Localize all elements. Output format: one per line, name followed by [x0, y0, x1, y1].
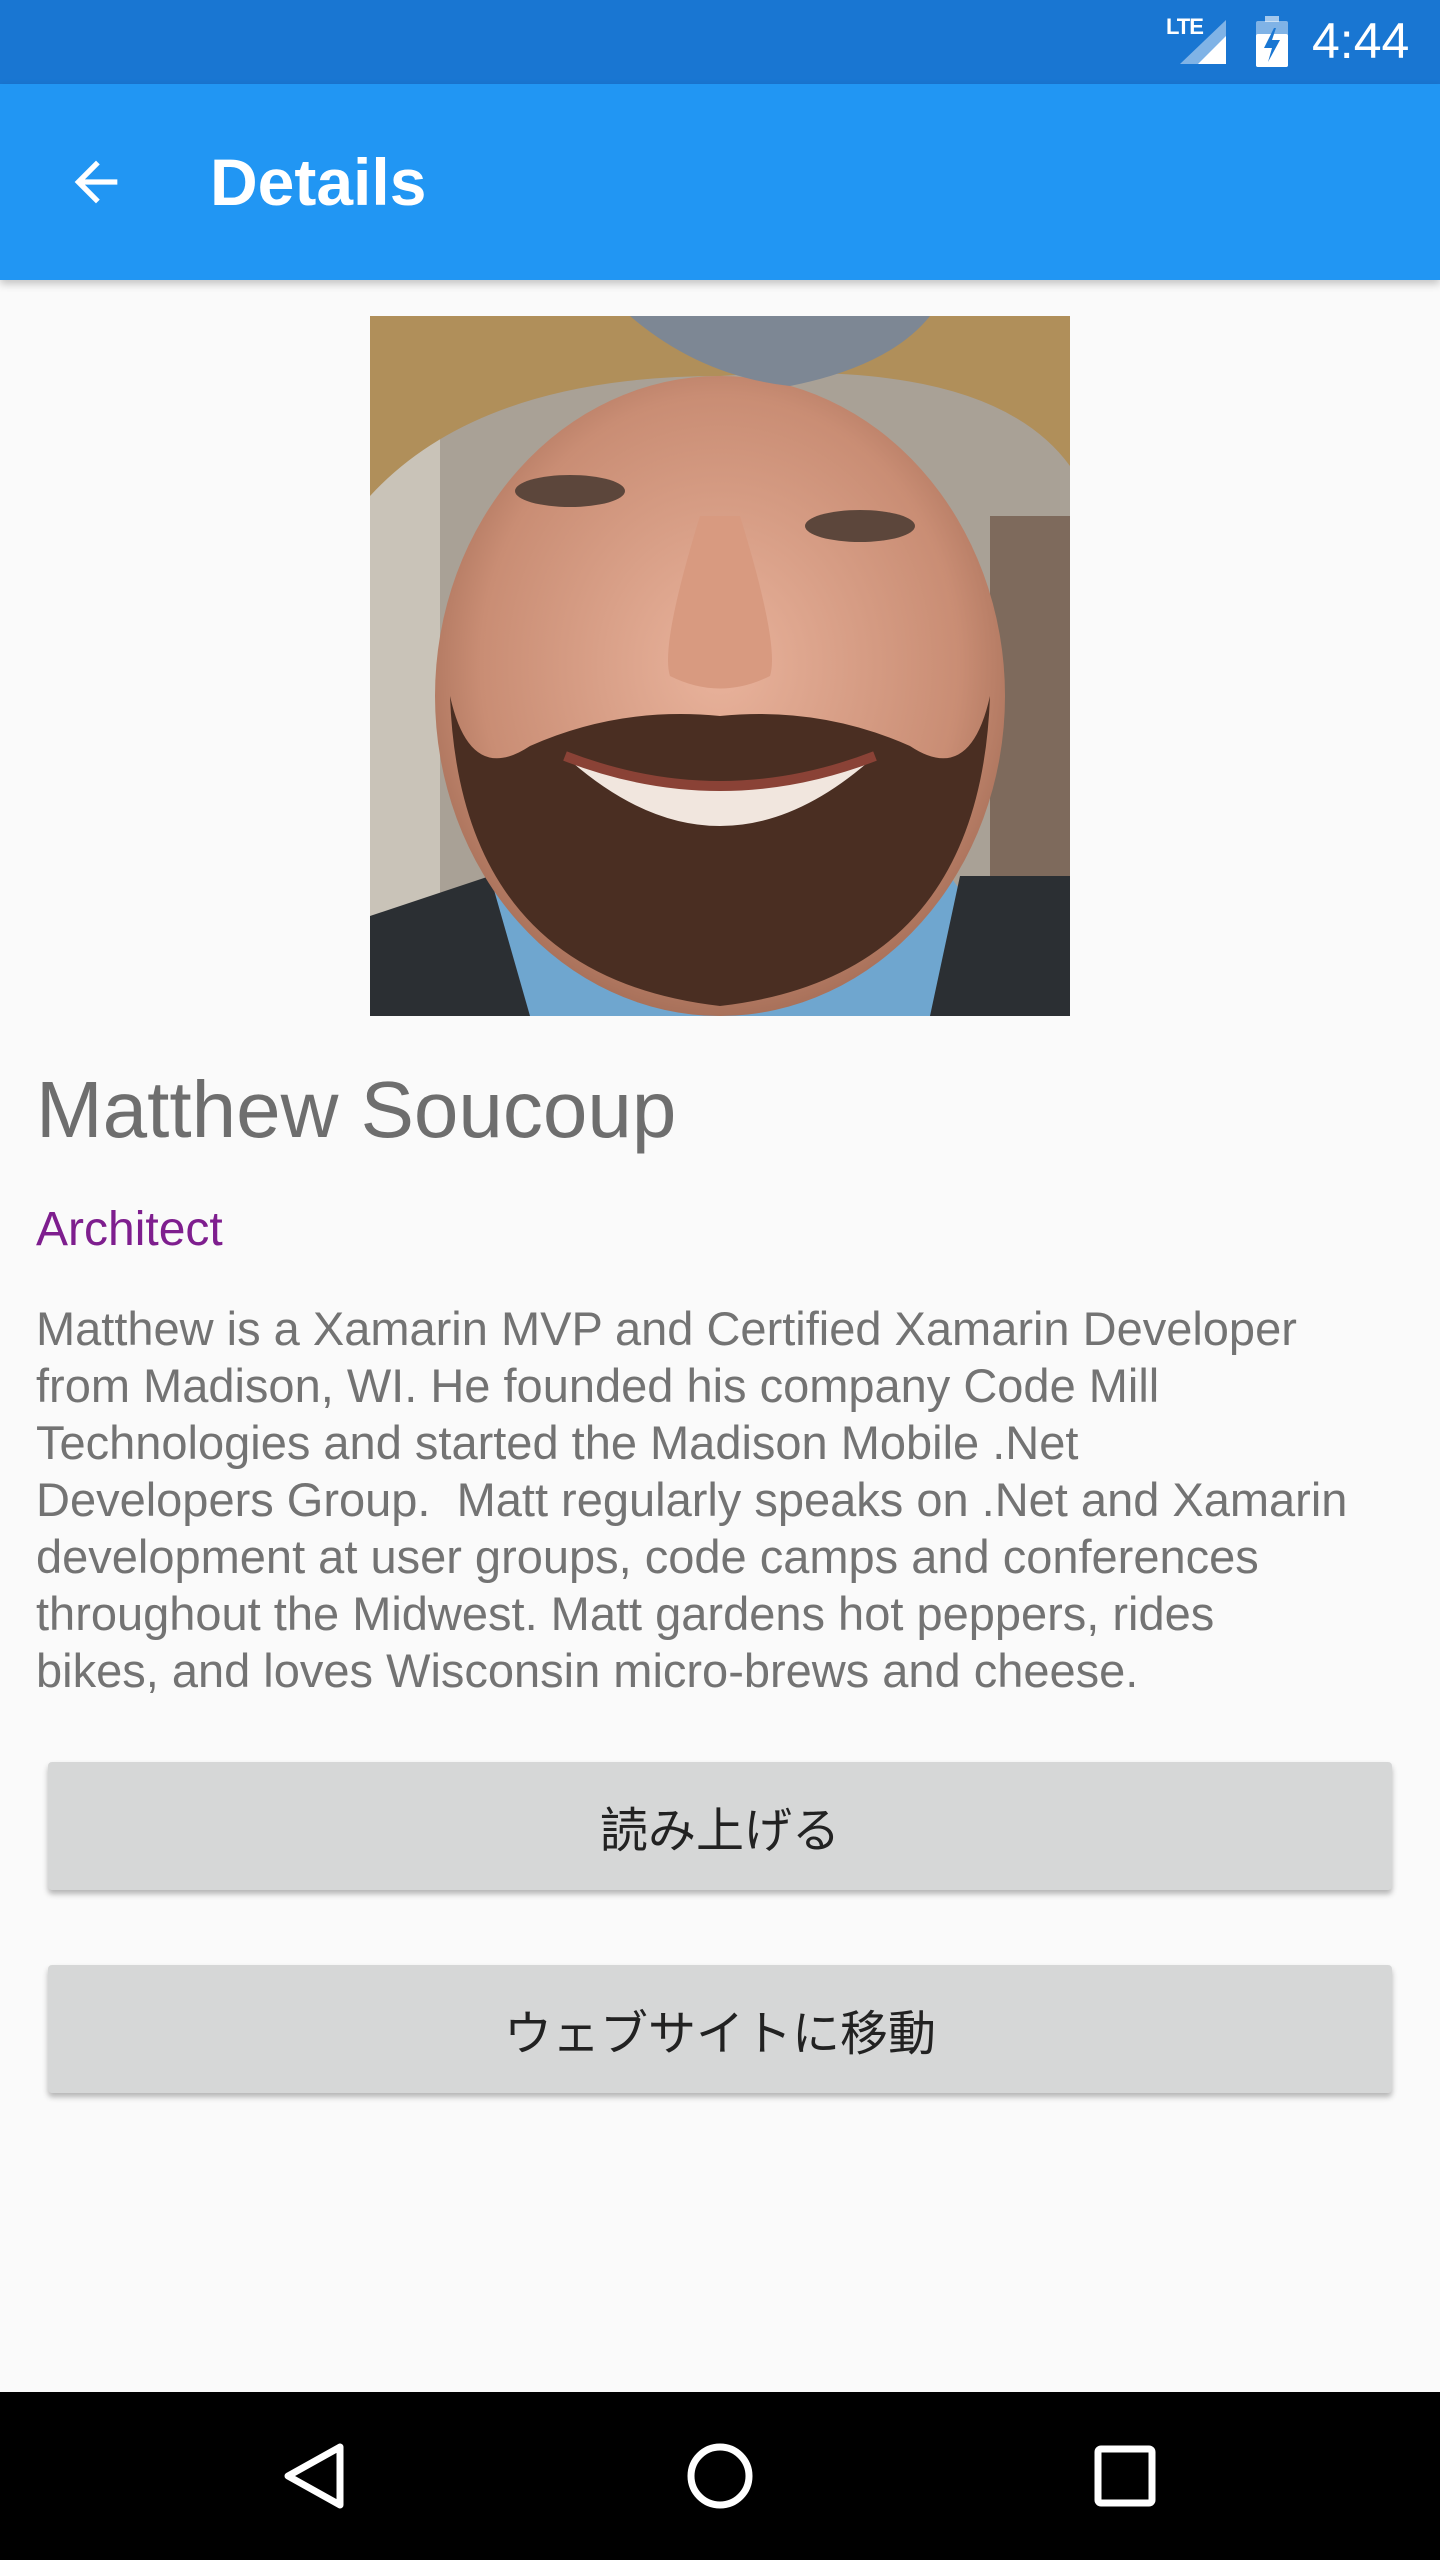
back-button[interactable] [56, 142, 136, 222]
back-triangle-icon [284, 2443, 344, 2509]
profile-role: Architect [36, 1203, 223, 1256]
nav-home-button[interactable] [670, 2426, 770, 2526]
nav-back-button[interactable] [265, 2426, 365, 2526]
read-aloud-button[interactable]: 読み上げる [48, 1762, 1392, 1890]
profile-name: Matthew Soucoup [36, 1065, 677, 1154]
go-to-website-button[interactable]: ウェブサイトに移動 [48, 1965, 1392, 2093]
arrow-back-icon [74, 160, 118, 204]
home-circle-icon [687, 2443, 753, 2509]
status-clock: 4:44 [1312, 13, 1410, 69]
app-bar: Details [0, 84, 1440, 280]
system-nav-bar [0, 2392, 1440, 2560]
recents-square-icon [1094, 2445, 1156, 2507]
profile-bio: Matthew is a Xamarin MVP and Certified X… [36, 1302, 1348, 1697]
profile-photo [370, 316, 1070, 1016]
page-title: Details [210, 145, 427, 219]
signal-icon [1180, 20, 1226, 64]
battery-charging-icon [1256, 16, 1288, 67]
status-bar: LTE 4:44 [0, 0, 1440, 84]
nav-recents-button[interactable] [1075, 2426, 1175, 2526]
